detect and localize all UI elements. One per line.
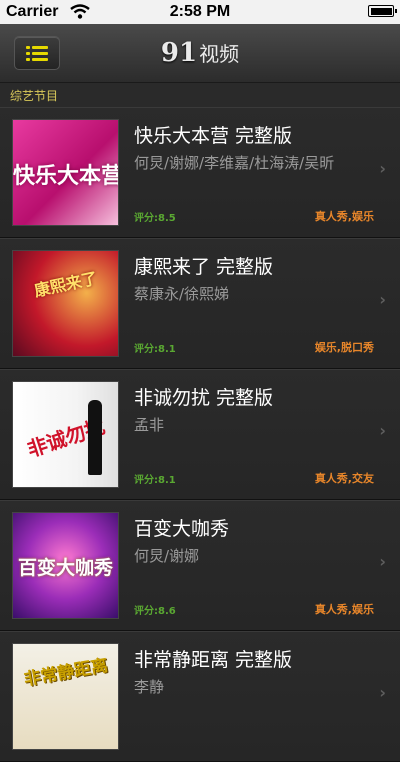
chevron-right-icon: ›: [379, 290, 386, 309]
show-list: 快乐大本营 快乐大本营 完整版 何炅/谢娜/李维嘉/杜海涛/吴昕 评分:8.5 …: [0, 107, 400, 762]
thumbnail-text: 百变大咖秀: [17, 557, 113, 579]
status-time: 2:58 PM: [169, 3, 231, 20]
show-thumbnail: 非常静距离: [12, 643, 119, 750]
show-thumbnail: 非诚勿扰: [12, 381, 119, 488]
show-title: 快乐大本营 完整版: [134, 125, 293, 147]
show-tags: 真人秀,交友: [314, 472, 374, 485]
thumbnail-text: 非诚勿扰: [24, 414, 108, 462]
chevron-right-icon: ›: [379, 159, 386, 178]
list-item[interactable]: 康熙来了 康熙来了 完整版 蔡康永/徐熙娣 评分:8.1 娱乐,脱口秀 ›: [0, 238, 400, 369]
show-cast: 何炅/谢娜/李维嘉/杜海涛/吴昕: [134, 154, 335, 172]
app-title: 91 视频: [0, 38, 400, 68]
show-rating: 评分:8.5: [134, 213, 176, 224]
list-item[interactable]: 百变大咖秀 百变大咖秀 何炅/谢娜 评分:8.6 真人秀,娱乐 ›: [0, 500, 400, 631]
battery-icon: [368, 5, 397, 17]
list-item[interactable]: 非常静距离 非常静距离 完整版 李静 ›: [0, 631, 400, 762]
chevron-right-icon: ›: [379, 552, 386, 571]
show-cast: 蔡康永/徐熙娣: [134, 285, 230, 303]
show-cast: 李静: [134, 678, 165, 696]
show-tags: 真人秀,娱乐: [314, 210, 374, 223]
show-thumbnail: 百变大咖秀: [12, 512, 119, 619]
show-title: 非常静距离 完整版: [134, 649, 293, 671]
thumbnail-text: 快乐大本营: [13, 164, 119, 189]
show-rating: 评分:8.6: [134, 606, 176, 617]
brand-number: 91: [160, 38, 198, 68]
chevron-right-icon: ›: [379, 421, 386, 440]
show-title: 非诚勿扰 完整版: [134, 387, 274, 409]
thumbnail-text: 康熙来了: [32, 268, 100, 301]
show-rating: 评分:8.1: [134, 475, 176, 486]
show-cast: 何炅/谢娜: [134, 547, 200, 565]
section-header: 综艺节目: [0, 83, 400, 108]
list-item[interactable]: 快乐大本营 快乐大本营 完整版 何炅/谢娜/李维嘉/杜海涛/吴昕 评分:8.5 …: [0, 107, 400, 238]
nav-bar: 91 视频: [0, 24, 400, 83]
show-tags: 娱乐,脱口秀: [314, 341, 374, 354]
show-thumbnail: 快乐大本营: [12, 119, 119, 226]
brand-text: 视频: [199, 42, 240, 66]
show-title: 康熙来了 完整版: [134, 256, 274, 278]
show-cast: 孟非: [134, 416, 165, 434]
status-bar: Carrier 2:58 PM: [0, 0, 400, 24]
show-title: 百变大咖秀: [134, 518, 230, 540]
show-thumbnail: 康熙来了: [12, 250, 119, 357]
show-tags: 真人秀,娱乐: [314, 603, 374, 616]
thumbnail-text: 非常静距离: [22, 655, 110, 691]
section-label: 综艺节目: [10, 89, 59, 103]
show-rating: 评分:8.1: [134, 344, 176, 355]
chevron-right-icon: ›: [379, 683, 386, 702]
list-item[interactable]: 非诚勿扰 非诚勿扰 完整版 孟非 评分:8.1 真人秀,交友 ›: [0, 369, 400, 500]
